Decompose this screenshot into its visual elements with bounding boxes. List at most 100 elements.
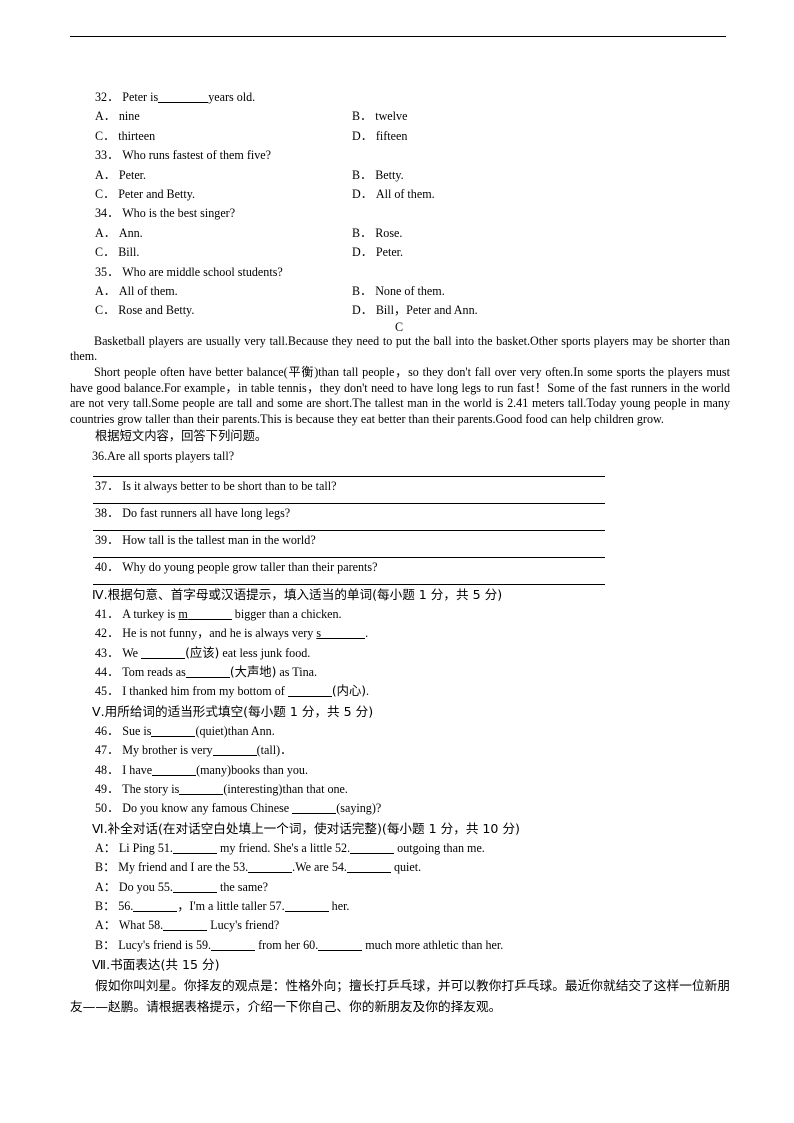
option-text: Peter and Betty. [118,186,195,201]
question-number: 46． [95,723,120,738]
option-row: C． thirteen D． fifteen [70,127,730,146]
option-text: Bill，Peter and Ann. [375,303,478,318]
question-text: Is it always better to be short than to … [122,478,337,493]
option-c-34[interactable]: C． Bill. [95,243,139,262]
section-heading-v: Ⅴ.用所给词的适当形式填空(每小题 1 分，共 5 分) [70,702,730,722]
section-heading-text: .用所给词的适当形式填空(每小题 1 分，共 5 分) [100,703,374,719]
section-heading-iv: Ⅳ.根据句意、首字母或汉语提示，填入适当的单词(每小题 1 分，共 5 分) [70,585,730,605]
option-text: None of them. [375,283,445,298]
dialogue-speaker: B： [95,860,116,875]
answer-blank[interactable] [141,646,186,659]
option-a-35[interactable]: A． All of them. [95,282,178,301]
answer-blank[interactable] [133,899,178,912]
answer-blank[interactable] [158,90,209,103]
fill-item-47: 47． My brother is very (tall)． [70,741,730,760]
option-b-32[interactable]: B． twelve [352,107,407,126]
fill-item-43: 43． We (应该) eat less junk food. [70,644,730,663]
answer-blank[interactable] [321,626,366,640]
option-text: All of them. [375,186,435,201]
answer-blank[interactable] [211,938,256,951]
page-content: 32． Peter is years old. A． nine B． twelve… [70,88,730,1017]
passage-paragraph-1: Basketball players are usually very tall… [70,333,730,364]
dialogue-text: my friend. She's a little 52. [216,840,351,855]
word-hint: (tall) [256,743,281,758]
item-text-before: A turkey is [122,606,176,621]
option-a-33[interactable]: A． Peter. [95,166,146,185]
option-d-35[interactable]: D． Bill，Peter and Ann. [352,301,478,320]
item-text-after: ? [375,801,382,816]
answer-blank[interactable] [318,938,363,951]
option-d-32[interactable]: D． fifteen [352,127,407,146]
section-roman-numeral: Ⅳ [92,587,104,602]
option-c-35[interactable]: C． Rose and Betty. [95,301,194,320]
word-hint: (quiet) [195,723,228,738]
option-d-34[interactable]: D． Peter. [352,243,403,262]
section-heading-vi: Ⅵ.补全对话(在对话空白处填上一个词，使对话完整)(每小题 1 分，共 10 分… [70,819,730,839]
option-d-33[interactable]: D． All of them. [352,185,435,204]
section-heading-text: .根据句意、首字母或汉语提示，填入适当的单词(每小题 1 分，共 5 分) [103,586,503,602]
answer-blank[interactable] [179,782,224,795]
chinese-hint: (大声地) [229,664,277,679]
option-label: D． [352,186,373,201]
question-number: 43． [95,645,120,660]
option-b-35[interactable]: B． None of them. [352,282,445,301]
answer-blank[interactable] [287,684,332,698]
fill-item-45: 45． I thanked him from my bottom of (内心)… [70,682,730,701]
question-stem-text: Who is the best singer? [122,206,236,221]
dialogue-text: 56. [118,899,134,913]
option-b-33[interactable]: B． Betty. [352,166,404,185]
dialogue-text: her. [328,899,350,913]
section-roman-numeral: Ⅵ [92,821,104,836]
answer-blank[interactable] [152,763,197,776]
option-label: D． [352,128,373,143]
question-stem-32: 32． Peter is years old. [70,88,730,107]
answer-blank[interactable] [151,724,196,737]
question-number: 35． [95,264,120,279]
question-text: Are all sports players tall? [107,448,235,463]
dialogue-speaker: B： [95,899,116,913]
option-c-33[interactable]: C． Peter and Betty. [95,185,195,204]
question-stem-text: Peter is [122,90,159,104]
dialogue-speaker: A： [95,879,116,894]
answer-blank[interactable] [350,841,395,854]
dialogue-text: Lucy's friend is 59. [118,937,212,952]
item-text-after: books than you. [231,762,308,777]
item-text-after: than Ann. [227,723,275,738]
question-text: Do fast runners all have long legs? [122,505,291,520]
answer-blank[interactable] [292,801,337,815]
option-a-34[interactable]: A． Ann. [95,224,143,243]
option-row: A． Peter. B． Betty. [70,166,730,185]
option-c-32[interactable]: C． thirteen [95,127,155,146]
option-row: C． Rose and Betty. D． Bill，Peter and Ann… [70,301,730,320]
dialogue-text: What 58. [118,918,164,933]
fill-item-44: 44． Tom reads as (大声地) as Tina. [70,663,730,682]
question-number: 42． [95,626,120,641]
option-text: Peter. [118,167,147,182]
question-stem-text: Who runs fastest of them five? [122,148,272,163]
dialogue-speaker: B： [95,937,116,952]
question-stem-tail: years old. [208,90,256,104]
answer-blank[interactable] [187,607,232,620]
writing-prompt: 假如你叫刘星。你择友的观点是：性格外向；擅长打乒乓球，并可以教你打乒乓球。最近你… [70,978,730,1015]
option-text: thirteen [118,128,156,143]
answer-blank[interactable] [346,860,391,874]
question-text: Why do young people grow taller than the… [122,559,378,574]
answer-blank[interactable] [212,743,257,757]
option-label: D． [352,303,373,318]
answer-blank[interactable] [163,918,208,932]
option-label: B． [352,109,373,124]
answer-blank[interactable] [172,841,217,854]
option-b-34[interactable]: B． Rose. [352,224,402,243]
option-row: A． All of them. B． None of them. [70,282,730,301]
answer-blank[interactable] [248,860,293,874]
answer-blank[interactable] [284,899,329,912]
fill-item-48: 48． I have (many)books than you. [70,761,730,780]
answer-blank[interactable] [185,665,230,678]
option-label: B． [352,167,373,182]
question-number: 37． [95,478,120,493]
option-text: twelve [375,109,408,124]
answer-blank[interactable] [172,880,217,893]
option-a-32[interactable]: A． nine [95,107,140,126]
item-text-before: Sue is [122,723,152,738]
word-hint: (interesting) [223,781,283,796]
